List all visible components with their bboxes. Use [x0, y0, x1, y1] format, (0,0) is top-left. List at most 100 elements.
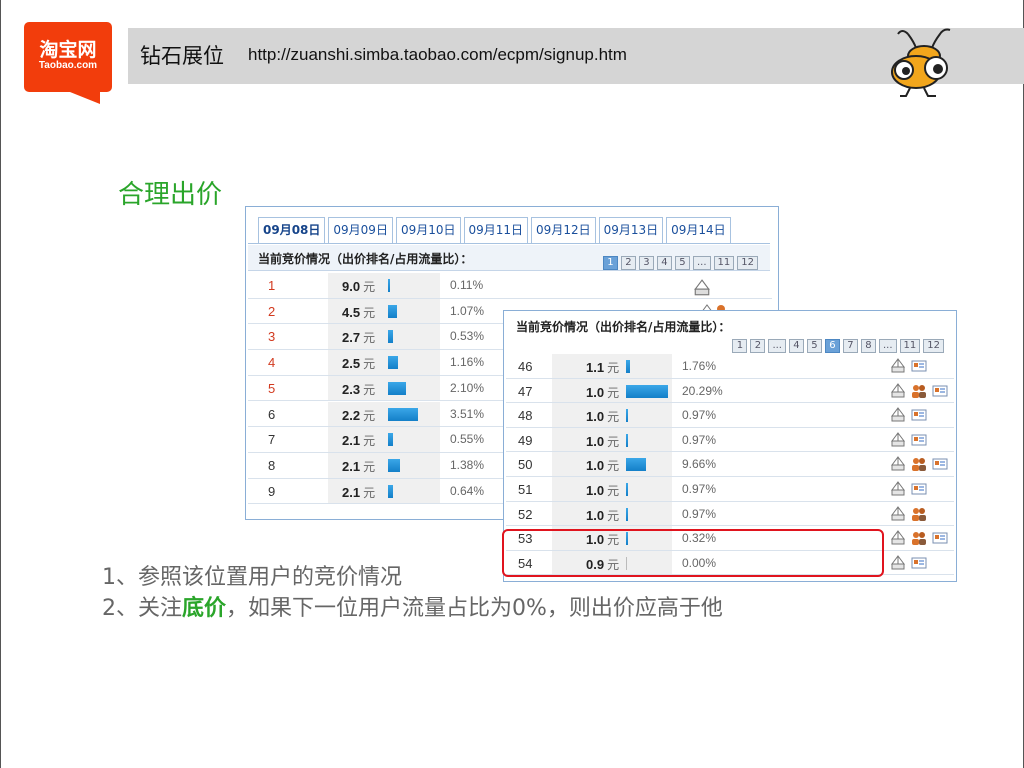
price-unit: 元 [363, 459, 376, 474]
traffic-share-bar [388, 433, 393, 447]
page-button[interactable]: 1 [602, 256, 618, 270]
price-unit: 元 [363, 280, 376, 294]
header-url: http://zuanshi.simba.taobao.com/ecpm/sig… [248, 45, 627, 64]
tent-icon[interactable] [890, 505, 906, 522]
tent-icon[interactable] [890, 481, 906, 497]
table-row: 46 1.1 元 1.76% [506, 354, 954, 379]
card-icon[interactable] [911, 407, 927, 423]
tent-icon[interactable] [890, 358, 906, 374]
tab-date[interactable]: 09月13日 [598, 217, 664, 243]
note-line-2: 2、关注底价，如果下一位用户流量占比为0%，则出价应高于他 [102, 593, 723, 624]
bid-price: 2.2 元 [342, 407, 376, 423]
tab-date[interactable]: 09月14日 [666, 217, 731, 243]
traffic-share-bar [626, 360, 630, 373]
bid-price: 2.1 元 [342, 433, 376, 449]
notes: 1、参照该位置用户的竞价情况 2、关注底价，如果下一位用户流量占比为0%，则出价… [102, 562, 723, 624]
page-button[interactable]: 8 [860, 339, 876, 353]
rank-number: 8 [268, 457, 276, 473]
traffic-share-bar [626, 409, 628, 423]
price-unit: 元 [607, 508, 620, 523]
ant-mascot-icon [891, 28, 951, 97]
page-button[interactable]: ... [878, 339, 897, 353]
price-unit: 元 [607, 484, 620, 498]
page-button[interactable]: 12 [737, 256, 758, 270]
users-icon[interactable] [911, 456, 927, 472]
traffic-share: 20.29% [682, 383, 723, 398]
page-button[interactable]: 12 [923, 339, 944, 353]
traffic-share-bar [626, 433, 628, 447]
bid-price: 9.0 元 [342, 279, 376, 294]
tab-date[interactable]: 09月08日 [258, 217, 326, 243]
bid-status-title-zoomed: 当前竞价情况（出价排名/占用流量比）： [516, 320, 731, 334]
bid-price: 1.0 元 [586, 507, 620, 523]
rank-number: 7 [268, 432, 276, 448]
table-row: 47 1.0 元 20.29% [506, 378, 954, 404]
page-button[interactable]: 6 [824, 339, 840, 353]
tent-icon[interactable] [890, 530, 906, 546]
traffic-share-bar [388, 484, 393, 498]
page-button[interactable]: ... [692, 256, 711, 270]
page-button[interactable]: 5 [806, 339, 822, 353]
page-button[interactable]: 3 [638, 256, 654, 270]
bid-status-bar-zoomed: 当前竞价情况（出价排名/占用流量比）： [506, 313, 954, 339]
traffic-share: 9.66% [682, 457, 717, 472]
note-line-2-post: ，如果下一位用户流量占比为0%，则出价应高于他 [226, 596, 723, 621]
traffic-share: 1.16% [450, 355, 485, 370]
traffic-share-bar [626, 483, 628, 496]
rank-number: 51 [518, 482, 533, 497]
users-icon[interactable] [911, 530, 927, 546]
card-icon[interactable] [932, 456, 948, 472]
card-icon[interactable] [911, 432, 927, 448]
pagination-zoomed: 1 2... 4 5 6 7 8... 11 12 [729, 339, 944, 353]
tent-icon[interactable] [890, 456, 906, 472]
tab-date[interactable]: 09月10日 [395, 217, 461, 243]
note-line-2-emphasis: 底价 [182, 596, 227, 621]
traffic-share-bar [388, 304, 397, 318]
tent-icon[interactable] [890, 382, 906, 399]
bid-price: 1.0 元 [586, 483, 620, 498]
traffic-share: 1.76% [682, 359, 717, 373]
tabs-divider [248, 243, 770, 244]
page-button[interactable]: 11 [713, 256, 735, 270]
users-icon[interactable] [911, 383, 927, 399]
table-row: 48 1.0 元 0.97% [506, 403, 954, 428]
card-icon[interactable] [932, 530, 948, 546]
price-unit: 元 [363, 485, 376, 500]
tent-icon[interactable] [890, 431, 906, 448]
traffic-share: 0.11% [450, 278, 484, 292]
logo-speech-tail [70, 92, 100, 104]
price-unit: 元 [607, 434, 620, 449]
traffic-share-bar [626, 384, 668, 398]
rank-number: 5 [268, 380, 276, 396]
users-icon[interactable] [911, 506, 927, 522]
page-button[interactable]: 4 [656, 256, 672, 270]
page-button[interactable]: 11 [899, 339, 921, 353]
page-button[interactable]: 2 [750, 339, 766, 353]
page-button[interactable]: ... [768, 339, 786, 353]
tab-date[interactable]: 09月12日 [531, 217, 596, 243]
bid-price: 1.0 元 [586, 384, 620, 400]
bid-price: 2.5 元 [342, 356, 376, 372]
page-button[interactable]: 2 [620, 256, 636, 270]
card-icon[interactable] [911, 481, 927, 497]
traffic-share-bar [388, 356, 398, 370]
tab-date[interactable]: 09月09日 [328, 217, 393, 243]
price-unit: 元 [363, 408, 376, 423]
bid-price: 1.1 元 [586, 360, 620, 375]
page-button[interactable]: 1 [732, 339, 748, 353]
tent-icon[interactable] [890, 554, 906, 571]
price-unit: 元 [607, 361, 620, 375]
tent-icon[interactable] [693, 279, 711, 297]
tab-date[interactable]: 09月11日 [463, 217, 529, 243]
card-icon[interactable] [911, 555, 927, 571]
traffic-share: 0.53% [450, 329, 485, 344]
rank-number: 2 [268, 303, 276, 319]
page-button[interactable]: 5 [674, 256, 690, 270]
bid-price: 2.1 元 [342, 458, 376, 474]
tent-icon[interactable] [890, 407, 906, 423]
card-icon[interactable] [932, 383, 948, 399]
page-button[interactable]: 4 [788, 339, 804, 353]
card-icon[interactable] [911, 358, 927, 374]
table-row: 52 1.0 元 0.97% [506, 501, 954, 527]
page-button[interactable]: 7 [842, 339, 858, 353]
